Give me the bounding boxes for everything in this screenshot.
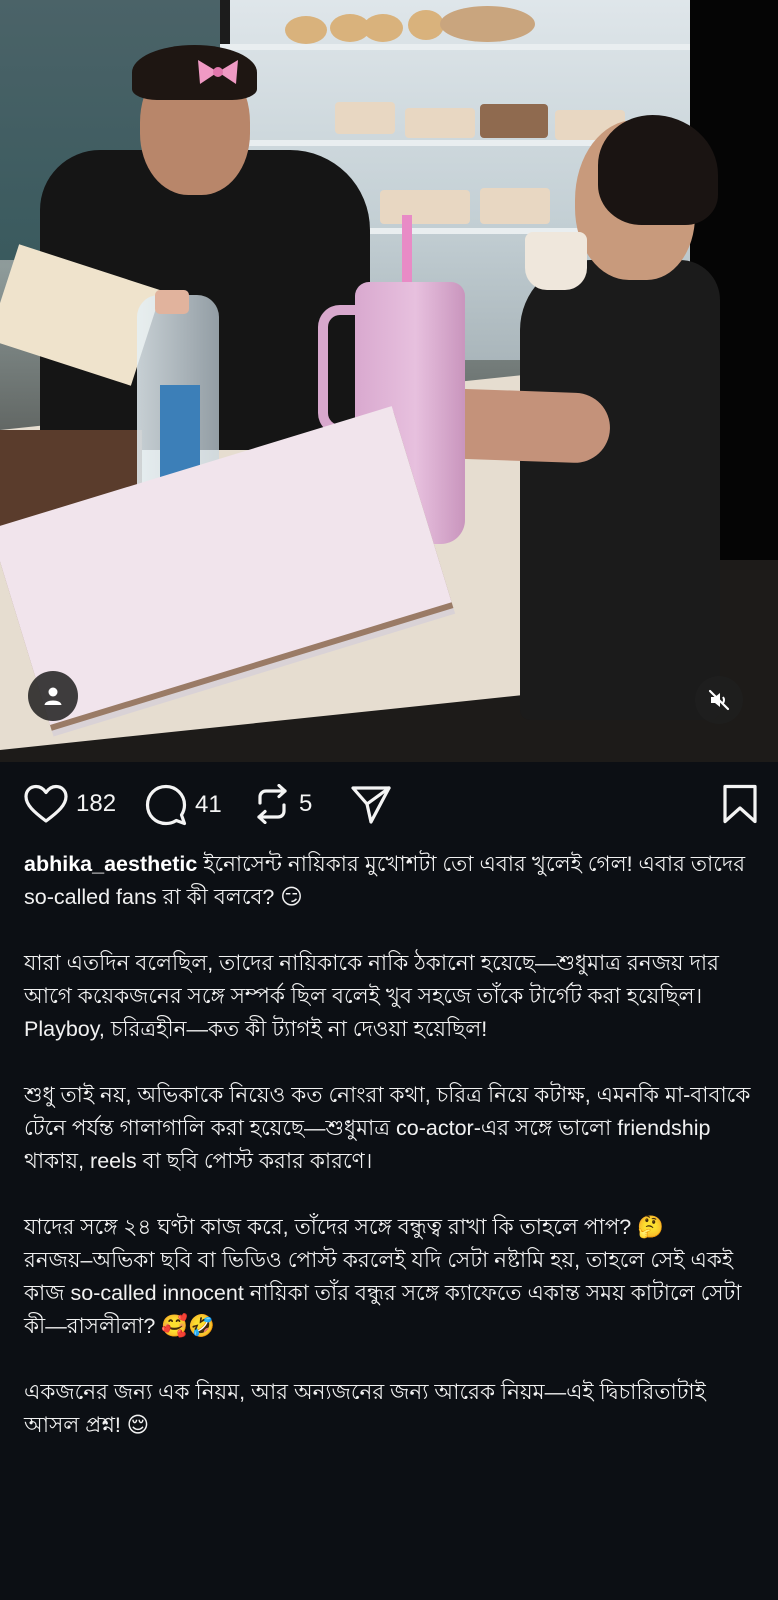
caption-paragraph: যারা এতদিন বলেছিল, তাদের নায়িকাকে নাকি …	[24, 951, 719, 1041]
username-link[interactable]: abhika_aesthetic	[24, 852, 197, 876]
comment-bubble-icon	[145, 784, 187, 826]
woman-figure	[520, 260, 720, 720]
caption-paragraph: যাদের সঙ্গে ২৪ ঘণ্টা কাজ করে, তাঁদের সঙ্…	[24, 1215, 742, 1338]
cake-box	[480, 104, 548, 138]
bookmark-icon	[723, 784, 757, 824]
pink-bow-icon	[198, 60, 238, 84]
pastry	[408, 10, 444, 40]
instagram-post: 182 41 5 abhika_aesthetic ইনোসেন্ট নায়ি…	[0, 0, 778, 1600]
comment-count: 41	[195, 791, 222, 818]
caption-paragraph: শুধু তাই নয়, অভিকাকে নিয়েও কত নোংরা কথ…	[24, 1083, 751, 1173]
heart-icon	[24, 784, 68, 823]
caption-paragraph: abhika_aesthetic ইনোসেন্ট নায়িকার মুখোশ…	[24, 848, 760, 914]
save-button[interactable]	[722, 784, 758, 824]
speaker-muted-icon	[708, 689, 730, 711]
repost-icon	[257, 784, 287, 824]
cake-box	[405, 108, 475, 138]
pastry	[363, 14, 403, 42]
tagged-people-button[interactable]	[28, 671, 78, 721]
comment-button[interactable]: 41	[145, 784, 222, 826]
share-button[interactable]	[350, 784, 392, 826]
cabinet-shelf	[220, 44, 690, 50]
coffee-cup	[525, 232, 587, 290]
person-icon	[44, 687, 62, 705]
cake-box	[335, 102, 395, 134]
repost-count: 5	[299, 790, 313, 817]
post-caption: abhika_aesthetic ইনোসেন্ট নায়িকার মুখোশ…	[24, 848, 760, 1475]
straw	[402, 215, 412, 287]
send-icon	[351, 786, 391, 824]
action-bar: 182 41 5	[0, 762, 778, 842]
post-video[interactable]	[0, 0, 778, 762]
bottle-cap	[155, 290, 189, 314]
pastry	[285, 16, 327, 44]
cake-box	[380, 190, 470, 224]
like-button[interactable]: 182	[24, 784, 116, 824]
mute-toggle-button[interactable]	[695, 676, 743, 724]
like-count: 182	[76, 790, 117, 817]
caption-paragraph: একজনের জন্য এক নিয়ম, আর অন্যজনের জন্য আ…	[24, 1380, 706, 1437]
repost-button[interactable]: 5	[253, 784, 312, 824]
bread-loaf	[440, 6, 535, 42]
cake-box	[480, 188, 550, 224]
